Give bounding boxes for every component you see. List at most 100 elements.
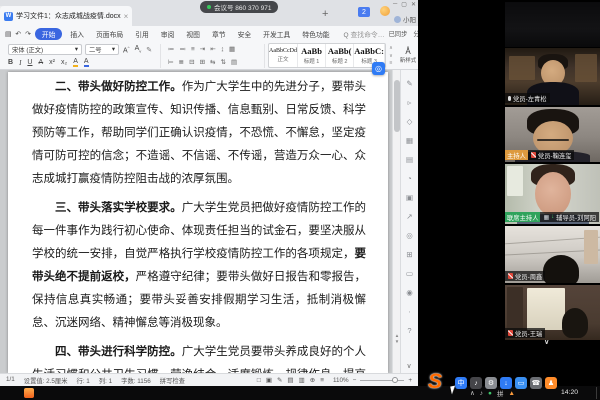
- font-color-button[interactable]: A: [84, 58, 89, 67]
- paragraph-tool-icon[interactable]: ⇆: [210, 58, 215, 66]
- video-tile[interactable]: [505, 2, 600, 47]
- close-icon[interactable]: ✕: [411, 1, 416, 8]
- search-command[interactable]: Q 查找命令…: [344, 29, 385, 39]
- monitor-icon[interactable]: ▭: [515, 377, 527, 389]
- menu-引用[interactable]: 引用: [131, 28, 153, 40]
- paragraph-tool-icon[interactable]: ⇥: [200, 45, 205, 53]
- rail-collapse-button[interactable]: ∨: [400, 362, 418, 370]
- style-标题 1[interactable]: AaBb标题 1: [298, 44, 326, 67]
- close-tab-icon[interactable]: ×: [124, 12, 129, 21]
- grid-icon[interactable]: ▤: [406, 150, 413, 169]
- target-icon[interactable]: ◎: [406, 226, 413, 245]
- chart-icon[interactable]: ◔: [407, 169, 412, 188]
- pen-icon[interactable]: ✎: [406, 74, 412, 93]
- locate-button[interactable]: ◎: [372, 62, 385, 75]
- menu-页面布局[interactable]: 页面布局: [92, 28, 127, 40]
- fit-page-icon[interactable]: □: [257, 377, 261, 384]
- table-icon[interactable]: ▦: [406, 131, 413, 150]
- update-icon[interactable]: ▲: [508, 390, 514, 397]
- document-tab[interactable]: W学习文件1：众志成城战疫情.docx×: [0, 6, 132, 26]
- meeting-id-badge[interactable]: 会议号 860 370 971: [200, 1, 278, 13]
- bold-button[interactable]: B: [8, 59, 13, 66]
- strikethrough-button[interactable]: A: [38, 59, 43, 66]
- new-tab-button[interactable]: +: [322, 8, 328, 20]
- menu-审阅[interactable]: 审阅: [157, 28, 179, 40]
- plus-icon[interactable]: ⊞: [406, 245, 412, 264]
- style-标题 2[interactable]: AaBb(标题 2: [326, 44, 354, 67]
- select-icon[interactable]: ▹: [408, 93, 412, 112]
- shape-icon[interactable]: ◇: [407, 112, 413, 131]
- paragraph-tool-icon[interactable]: ⊟: [189, 58, 194, 66]
- subscript-button[interactable]: x₂: [61, 59, 67, 66]
- underline-button[interactable]: U: [27, 59, 32, 66]
- document-page[interactable]: 二、带头做好防控工作。作为广大学生中的先进分子，要带头做好疫情防控的政策宣传、知…: [8, 72, 388, 373]
- web-layout-icon[interactable]: ▥: [299, 376, 305, 384]
- menu-开发工具[interactable]: 开发工具: [259, 28, 294, 40]
- paragraph-tool-icon[interactable]: ⇤: [210, 45, 215, 53]
- zoom-in-button[interactable]: +: [408, 377, 412, 384]
- fullscreen-icon[interactable]: ⊕: [310, 376, 315, 384]
- highlight-button[interactable]: A: [73, 58, 78, 67]
- zoom-level[interactable]: 110%: [333, 377, 349, 384]
- record-icon[interactable]: ◉: [406, 283, 413, 302]
- clock[interactable]: 14:20: [561, 389, 578, 396]
- zoom-knob[interactable]: [392, 377, 398, 383]
- paragraph-tool-icon[interactable]: ≣: [179, 58, 184, 66]
- zoom-out-button[interactable]: −: [353, 377, 357, 384]
- menu-开始[interactable]: 开始: [35, 28, 63, 40]
- safety-icon[interactable]: ●: [488, 390, 492, 397]
- paragraph-tool-icon[interactable]: ≔: [168, 45, 175, 53]
- export-icon[interactable]: ↗: [406, 207, 412, 226]
- dot-icon[interactable]: ∙: [408, 302, 410, 321]
- menu-插入[interactable]: 插入: [66, 28, 88, 40]
- maximize-icon[interactable]: ▢: [401, 1, 407, 8]
- paragraph-tool-icon[interactable]: ≡: [191, 46, 195, 53]
- sound-icon[interactable]: ♪: [480, 390, 483, 397]
- image-icon[interactable]: ▣: [406, 188, 413, 207]
- menu-安全[interactable]: 安全: [234, 28, 256, 40]
- new-style-button[interactable]: Å 新样式: [398, 43, 418, 68]
- save-icon[interactable]: ▤: [5, 30, 11, 38]
- font-name-select[interactable]: 宋体 (正文)▾: [8, 44, 82, 55]
- settings-gear-icon[interactable]: ⚙: [485, 377, 497, 389]
- voice-icon[interactable]: ♪: [470, 377, 482, 389]
- menu-视图[interactable]: 视图: [182, 28, 204, 40]
- download-icon[interactable]: ↓: [500, 377, 512, 389]
- paragraph-tool-icon[interactable]: ⇅: [220, 58, 225, 66]
- ime-pinyin-icon[interactable]: 拼: [497, 388, 504, 398]
- menu-特色功能[interactable]: 特色功能: [298, 28, 333, 40]
- paragraph-tool-icon[interactable]: ⊨: [168, 58, 174, 66]
- account-avatar[interactable]: [380, 6, 390, 16]
- phone-icon[interactable]: ☎: [530, 377, 542, 389]
- superscript-button[interactable]: x²: [49, 59, 55, 66]
- minimize-icon[interactable]: ─: [393, 1, 397, 8]
- gallery-scroll-arrows[interactable]: ∧∨≡: [387, 43, 395, 68]
- paragraph-tool-icon[interactable]: ↨: [221, 46, 224, 53]
- video-tile[interactable]: 党员-左青松: [505, 48, 600, 105]
- menu-章节[interactable]: 章节: [208, 28, 230, 40]
- undo-icon[interactable]: ↶: [15, 30, 21, 38]
- edit-mode-icon[interactable]: ✎: [277, 376, 282, 384]
- print-layout-icon[interactable]: ▤: [287, 376, 293, 384]
- font-size-select[interactable]: 二号▾: [85, 44, 119, 55]
- member-icon[interactable]: ♟: [545, 377, 557, 389]
- video-tile[interactable]: 党员-王瑞: [505, 285, 600, 340]
- redo-icon[interactable]: ↷: [25, 30, 31, 38]
- notification-count-badge[interactable]: 2: [358, 7, 370, 17]
- taskbar-app-icon[interactable]: [24, 388, 34, 398]
- video-tile[interactable]: 联席主持人▦↓辅导员-刘阿阳: [505, 164, 600, 224]
- paragraph-tool-icon[interactable]: ▦: [229, 45, 235, 53]
- eye-protect-icon[interactable]: ≡: [320, 377, 324, 384]
- paragraph-tool-icon[interactable]: ▤: [231, 58, 237, 66]
- screenshare-s-logo[interactable]: S: [428, 370, 442, 394]
- style-正文[interactable]: AaBbCcDd正文: [269, 44, 298, 67]
- vertical-scrollbar[interactable]: ▲▼: [392, 70, 400, 373]
- help-icon[interactable]: ?: [407, 321, 411, 340]
- show-desktop-button[interactable]: [596, 387, 597, 399]
- ime-icon[interactable]: 中: [455, 377, 467, 389]
- video-tile[interactable]: 主持人党员-鞠连玺: [505, 107, 600, 162]
- clear-format-button[interactable]: ✎: [146, 46, 152, 54]
- user-chip[interactable]: 小阳: [394, 14, 416, 24]
- hidden-icons-arrow[interactable]: ∧: [470, 389, 475, 397]
- zoom-slider[interactable]: [360, 380, 404, 381]
